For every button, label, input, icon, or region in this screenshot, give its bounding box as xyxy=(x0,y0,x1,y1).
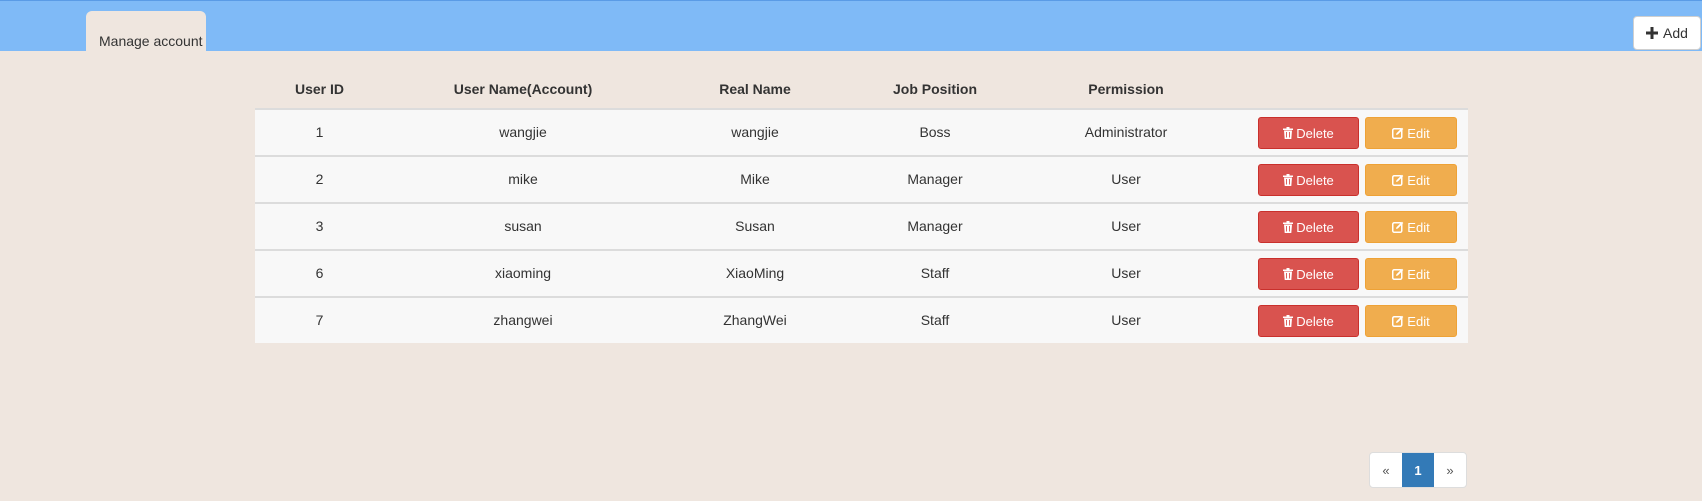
edit-button[interactable]: Edit xyxy=(1365,164,1457,196)
cell-permission: User xyxy=(1111,312,1141,328)
delete-button-label: Delete xyxy=(1296,125,1334,141)
edit-icon xyxy=(1392,268,1404,280)
table-header: User ID User Name(Account) Real Name Job… xyxy=(255,68,1468,108)
edit-button[interactable]: Edit xyxy=(1365,305,1457,337)
cell-permission: Administrator xyxy=(1084,124,1168,140)
edit-button[interactable]: Edit xyxy=(1365,117,1457,149)
column-header-user-id: User ID xyxy=(294,81,345,97)
page-next[interactable]: » xyxy=(1434,453,1466,487)
column-header-real-name: Real Name xyxy=(719,81,791,97)
cell-user-id: 2 xyxy=(315,171,324,187)
edit-button[interactable]: Edit xyxy=(1365,258,1457,290)
edit-icon xyxy=(1392,127,1404,139)
trash-icon xyxy=(1283,315,1294,327)
edit-button-label: Edit xyxy=(1407,125,1430,141)
delete-button[interactable]: Delete xyxy=(1258,305,1359,337)
add-button[interactable]: Add xyxy=(1633,16,1701,50)
cell-user-id: 6 xyxy=(315,265,324,281)
cell-job-position: Staff xyxy=(920,312,950,328)
page-1[interactable]: 1 xyxy=(1402,453,1434,487)
edit-button-label: Edit xyxy=(1407,219,1430,235)
trash-icon xyxy=(1283,268,1294,280)
edit-button-label: Edit xyxy=(1407,172,1430,188)
table-row: 6 xiaoming XiaoMing Staff User Delete Ed… xyxy=(255,249,1468,296)
edit-icon xyxy=(1392,174,1404,186)
delete-button[interactable]: Delete xyxy=(1258,211,1359,243)
cell-user-id: 3 xyxy=(315,218,324,234)
pagination: « 1 » xyxy=(1369,452,1467,488)
cell-real-name: ZhangWei xyxy=(723,312,787,328)
delete-button-label: Delete xyxy=(1296,266,1334,282)
column-header-user-name: User Name(Account) xyxy=(453,81,593,97)
delete-button-label: Delete xyxy=(1296,219,1334,235)
cell-permission: User xyxy=(1111,171,1141,187)
cell-real-name: Mike xyxy=(740,171,770,187)
edit-icon xyxy=(1392,221,1404,233)
delete-button[interactable]: Delete xyxy=(1258,117,1359,149)
column-header-job-position: Job Position xyxy=(893,81,977,97)
cell-job-position: Staff xyxy=(920,265,950,281)
cell-job-position: Manager xyxy=(907,171,963,187)
cell-user-name: xiaoming xyxy=(494,265,552,281)
cell-user-name: zhangwei xyxy=(493,312,553,328)
delete-button-label: Delete xyxy=(1296,313,1334,329)
delete-button-label: Delete xyxy=(1296,172,1334,188)
edit-button[interactable]: Edit xyxy=(1365,211,1457,243)
table-row: 7 zhangwei ZhangWei Staff User Delete Ed… xyxy=(255,296,1468,343)
cell-permission: User xyxy=(1111,265,1141,281)
table-row: 1 wangjie wangjie Boss Administrator Del… xyxy=(255,108,1468,155)
table-row: 3 susan Susan Manager User Delete Edit xyxy=(255,202,1468,249)
column-header-permission: Permission xyxy=(1088,81,1164,97)
cell-real-name: Susan xyxy=(735,218,775,234)
cell-user-name: susan xyxy=(504,218,542,234)
cell-real-name: XiaoMing xyxy=(725,265,785,281)
cell-job-position: Manager xyxy=(907,218,963,234)
cell-job-position: Boss xyxy=(919,124,951,140)
accounts-table: User ID User Name(Account) Real Name Job… xyxy=(255,68,1468,343)
cell-user-name: mike xyxy=(508,171,538,187)
plus-icon xyxy=(1646,27,1659,39)
table-row: 2 mike Mike Manager User Delete Edit xyxy=(255,155,1468,202)
trash-icon xyxy=(1283,221,1294,233)
cell-user-id: 1 xyxy=(315,124,324,140)
edit-button-label: Edit xyxy=(1407,266,1430,282)
cell-real-name: wangjie xyxy=(731,124,779,140)
cell-user-id: 7 xyxy=(315,312,324,328)
trash-icon xyxy=(1283,174,1294,186)
cell-permission: User xyxy=(1111,218,1141,234)
delete-button[interactable]: Delete xyxy=(1258,164,1359,196)
top-bar: Manage account Add xyxy=(0,0,1702,53)
delete-button[interactable]: Delete xyxy=(1258,258,1359,290)
add-button-label: Add xyxy=(1663,25,1688,41)
cell-user-name: wangjie xyxy=(499,124,547,140)
tab-manage-account[interactable]: Manage account xyxy=(86,11,206,53)
edit-icon xyxy=(1392,315,1404,327)
edit-button-label: Edit xyxy=(1407,313,1430,329)
trash-icon xyxy=(1283,127,1294,139)
page-prev[interactable]: « xyxy=(1370,453,1402,487)
